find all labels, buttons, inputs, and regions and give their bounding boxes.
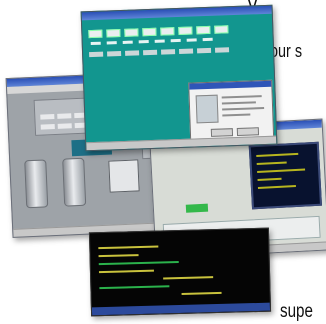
device-icon [143, 49, 158, 56]
status-indicator [185, 203, 209, 213]
vessel-block [108, 159, 140, 193]
device-icon [107, 51, 122, 57]
terminal-window [88, 227, 272, 317]
device-icon [196, 47, 212, 54]
device-icon [214, 47, 230, 53]
tank-cylinder [24, 159, 49, 209]
text-fragment-bottom: supe [280, 301, 313, 322]
monitor-icon [142, 27, 157, 37]
monitor-row [89, 47, 230, 58]
screenshot-collage: y four s supe [0, 0, 326, 324]
dialog-box [188, 79, 275, 143]
dialog-titlebar [189, 80, 272, 90]
code-pane [248, 141, 322, 210]
dialog-button[interactable] [236, 127, 260, 137]
monitor-icon [214, 25, 229, 34]
tank-cylinder [62, 157, 87, 207]
monitor-grid-window [80, 4, 278, 152]
monitor-row [88, 25, 229, 39]
monitor-icon [178, 26, 193, 35]
device-image [195, 94, 219, 124]
label-row [90, 37, 213, 46]
monitor-icon [106, 29, 121, 38]
dialog-button[interactable] [210, 128, 234, 137]
device-icon [160, 49, 176, 55]
window-statusbar [91, 302, 271, 316]
device-icon [125, 50, 140, 56]
monitor-icon [196, 25, 211, 35]
monitor-icon [88, 29, 103, 39]
monitor-icon [160, 27, 175, 36]
window-titlebar [81, 5, 272, 21]
device-icon [89, 51, 104, 58]
monitor-icon [124, 28, 139, 37]
device-icon [178, 48, 194, 54]
